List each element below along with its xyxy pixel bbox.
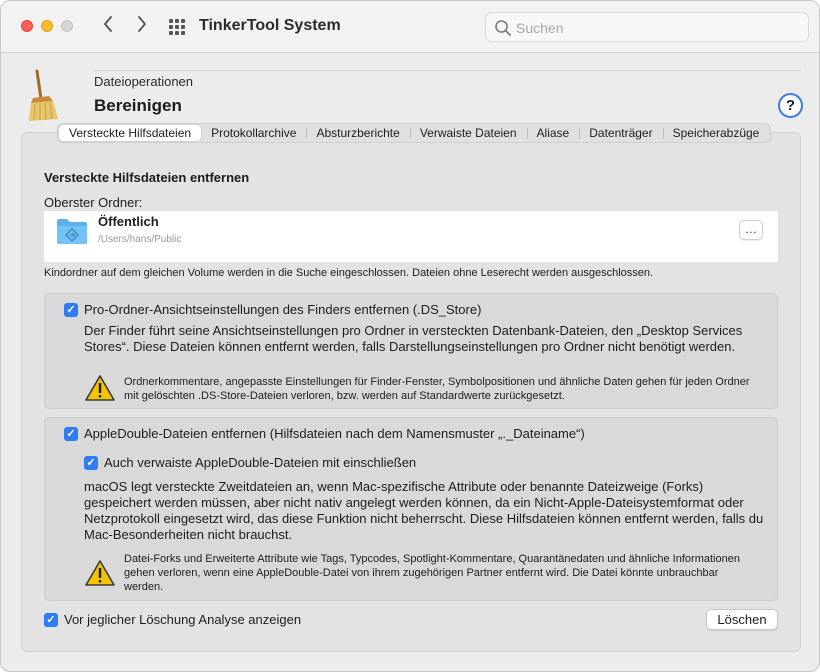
tab-datentraeger[interactable]: Datenträger [579, 125, 662, 141]
search-input[interactable] [516, 18, 796, 38]
tab-speicherabzuege[interactable]: Speicherabzüge [662, 125, 770, 141]
delete-button[interactable]: Löschen [706, 609, 778, 630]
tab-versteckte-hilfsdateien[interactable]: Versteckte Hilfsdateien [59, 125, 202, 141]
page-title: Bereinigen [94, 96, 182, 115]
search-icon [495, 20, 511, 36]
close-window-button[interactable] [21, 20, 33, 32]
grid-dot-icon [175, 31, 179, 35]
appledouble-group: ✓ AppleDouble-Dateien entfernen (Hilfsda… [44, 417, 778, 601]
tab-bar: Versteckte Hilfsdateien Protokollarchive… [57, 123, 772, 143]
grid-dot-icon [169, 25, 173, 29]
tab-aliase[interactable]: Aliase [526, 125, 580, 141]
folder-path: /Users/hans/Public [98, 234, 182, 245]
folder-label: Oberster Ordner: [44, 195, 143, 210]
show-analysis-checkbox[interactable]: ✓ [44, 613, 58, 627]
appledouble-checkbox-label[interactable]: AppleDouble-Dateien entfernen (Hilfsdate… [84, 426, 585, 441]
ds-store-description: Der Finder führt seine Ansichtseinstellu… [84, 323, 743, 354]
title-bar: TinkerTool System [1, 1, 819, 53]
grid-dot-icon [175, 19, 179, 23]
show-analysis-checkbox-label[interactable]: Vor jeglicher Löschung Analyse anzeigen [64, 612, 301, 627]
ds-store-checkbox[interactable]: ✓ [64, 303, 78, 317]
ds-store-group: ✓ Pro-Ordner-Ansichtseinstellungen des F… [44, 293, 778, 409]
broom-icon [29, 69, 58, 121]
ds-store-warning: Ordnerkommentare, angepasste Einstellung… [124, 376, 750, 402]
tab-protokollarchive[interactable]: Protokollarchive [201, 125, 306, 141]
warning-icon [85, 375, 115, 401]
app-window: TinkerTool System Dateioperationen Berei… [0, 0, 820, 672]
tab-verwaiste-dateien[interactable]: Verwaiste Dateien [409, 125, 527, 141]
page-category: Dateioperationen [94, 74, 194, 89]
folder-selector: Öffentlich /Users/hans/Public … [44, 211, 778, 262]
public-folder-icon [57, 219, 87, 244]
grid-dot-icon [181, 31, 185, 35]
appledouble-checkbox[interactable]: ✓ [64, 427, 78, 441]
folder-name: Öffentlich [98, 214, 159, 229]
minimize-window-button[interactable] [41, 20, 53, 32]
grid-dot-icon [169, 19, 173, 23]
show-all-grid-button[interactable] [169, 19, 185, 35]
chevron-left-icon [104, 16, 112, 32]
search-field[interactable] [485, 12, 809, 42]
appledouble-warning: Datei-Forks und Erweiterte Attribute wie… [124, 553, 740, 593]
search-scope-note: Kindordner auf dem gleichen Volume werde… [44, 267, 654, 279]
back-button[interactable] [97, 15, 119, 39]
ds-store-checkbox-label[interactable]: Pro-Ordner-Ansichtseinstellungen des Fin… [84, 302, 481, 317]
tab-absturzberichte[interactable]: Absturzberichte [306, 125, 409, 141]
grid-dot-icon [169, 31, 173, 35]
warning-icon [85, 560, 115, 586]
grid-dot-icon [175, 25, 179, 29]
section-title: Versteckte Hilfsdateien entfernen [44, 170, 250, 185]
orphan-appledouble-checkbox-label[interactable]: Auch verwaiste AppleDouble-Dateien mit e… [104, 455, 416, 470]
help-button[interactable]: ? [778, 93, 803, 118]
appledouble-description: macOS legt versteckte Zweitdateien an, w… [84, 479, 764, 542]
grid-dot-icon [181, 19, 185, 23]
app-title: TinkerTool System [199, 17, 341, 34]
forward-button[interactable] [131, 15, 153, 39]
header-divider [93, 70, 801, 71]
zoom-window-button[interactable] [61, 20, 73, 32]
choose-folder-button[interactable]: … [739, 220, 763, 240]
orphan-appledouble-checkbox[interactable]: ✓ [84, 456, 98, 470]
chevron-right-icon [138, 16, 146, 32]
grid-dot-icon [181, 25, 185, 29]
